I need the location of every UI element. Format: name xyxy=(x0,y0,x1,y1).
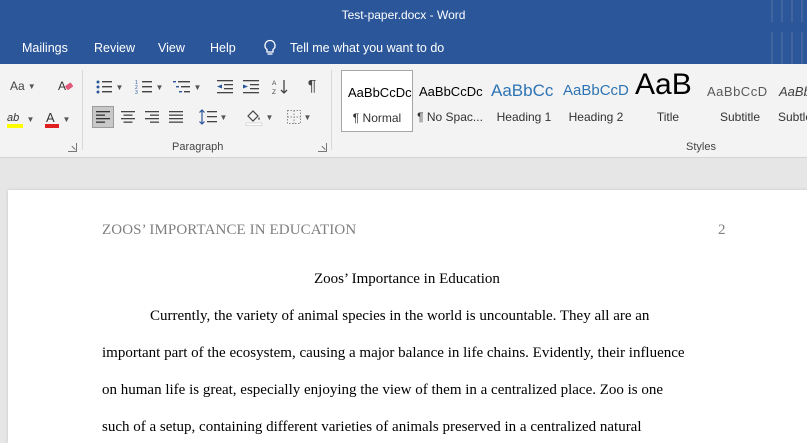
svg-text:ab: ab xyxy=(7,112,19,124)
shading-button[interactable]: ▼ xyxy=(242,106,276,128)
line-spacing-icon xyxy=(198,109,217,125)
multilevel-list-button[interactable]: ▼ xyxy=(170,77,204,97)
style-no-spacing[interactable]: AaBbCcDc ¶ No Spac... xyxy=(414,70,486,132)
group-divider xyxy=(82,70,83,150)
font-color-icon: A xyxy=(44,110,59,128)
style-name: ¶ No Spac... xyxy=(417,110,483,124)
tab-mailings[interactable]: Mailings xyxy=(22,41,68,55)
align-center-icon xyxy=(121,111,135,123)
clear-formatting-icon: A xyxy=(58,79,74,93)
running-header: ZOOS’ IMPORTANCE IN EDUCATION xyxy=(102,222,357,238)
style-preview: AaBbCcDc xyxy=(419,84,483,99)
align-right-button[interactable] xyxy=(141,106,163,128)
style-title[interactable]: AaB Title xyxy=(632,70,704,132)
paragraph-dialog-launcher[interactable] xyxy=(318,143,327,152)
borders-button[interactable]: ▼ xyxy=(282,106,316,128)
svg-text:A: A xyxy=(272,80,277,87)
borders-icon xyxy=(286,110,301,124)
style-heading-2[interactable]: AaBbCcD Heading 2 xyxy=(560,70,632,132)
increase-indent-button[interactable] xyxy=(240,77,262,97)
numbering-icon: 1 2 3 xyxy=(135,80,152,95)
title-bar: Test-paper.docx - Word xyxy=(0,0,807,32)
align-left-icon xyxy=(96,111,110,123)
style-preview: AaB xyxy=(635,70,692,101)
style-preview: AaBbCcD xyxy=(563,82,629,99)
clear-formatting-button[interactable]: A xyxy=(56,76,76,96)
increase-indent-icon xyxy=(243,80,259,94)
menu-bar: Mailings Review View Help Tell me what y… xyxy=(0,32,807,64)
body-line: important part of the ecosystem, causing… xyxy=(102,345,685,361)
justify-button[interactable] xyxy=(165,106,187,128)
style-preview: AaBbC xyxy=(779,84,807,99)
style-heading-1[interactable]: AaBbCc Heading 1 xyxy=(488,70,560,132)
font-dialog-launcher[interactable] xyxy=(68,143,77,152)
window-title: Test-paper.docx - Word xyxy=(341,8,466,22)
paint-bucket-icon xyxy=(245,110,262,126)
font-color-button[interactable]: A ▼ xyxy=(40,108,74,130)
page-number: 2 xyxy=(718,222,726,238)
line-spacing-button[interactable]: ▼ xyxy=(196,106,230,128)
style-subtle-emphasis[interactable]: AaBbC Subtle xyxy=(776,70,807,132)
group-divider xyxy=(331,70,332,150)
numbering-button[interactable]: 1 2 3 ▼ xyxy=(132,77,166,97)
justify-icon xyxy=(169,111,183,123)
pilcrow-icon: ¶ xyxy=(307,78,317,95)
document-area[interactable]: ZOOS’ IMPORTANCE IN EDUCATION 2 Zoos’ Im… xyxy=(0,158,807,443)
svg-text:A: A xyxy=(46,110,55,125)
tab-view[interactable]: View xyxy=(158,41,185,55)
align-center-button[interactable] xyxy=(117,106,139,128)
sort-icon: A Z xyxy=(272,80,288,96)
bullets-button[interactable]: ▼ xyxy=(92,77,126,97)
styles-gallery: AaBbCcDc ¶ Normal AaBbCcDc ¶ No Spac... … xyxy=(340,70,807,132)
style-name: Subtitle xyxy=(719,110,761,124)
multilevel-list-icon xyxy=(172,81,190,93)
change-case-label: Aa xyxy=(10,79,25,93)
show-formatting-marks-button[interactable]: ¶ xyxy=(302,77,322,97)
styles-group-label: Styles xyxy=(686,141,716,153)
tell-me-search[interactable]: Tell me what you want to do xyxy=(290,41,444,55)
tab-review[interactable]: Review xyxy=(94,41,135,55)
window-edge xyxy=(763,32,807,64)
svg-text:3: 3 xyxy=(135,90,138,95)
style-name: ¶ Normal xyxy=(352,111,402,125)
sort-button[interactable]: A Z xyxy=(270,77,292,97)
highlight-color-button[interactable]: ab ▼ xyxy=(2,108,38,130)
style-subtitle[interactable]: AaBbCcD Subtitle xyxy=(704,70,776,132)
style-name: Title xyxy=(656,110,680,124)
style-name: Subtle xyxy=(778,110,807,124)
style-name: Heading 2 xyxy=(568,110,624,124)
body-line: such of a setup, containing different va… xyxy=(102,419,642,435)
svg-text:A: A xyxy=(58,79,66,93)
lightbulb-icon xyxy=(264,39,276,55)
document-title: Zoos’ Importance in Education xyxy=(314,271,500,287)
decrease-indent-button[interactable] xyxy=(214,77,236,97)
style-preview: AaBbCc xyxy=(491,81,554,100)
change-case-button[interactable]: Aa ▼ xyxy=(10,77,36,95)
body-line: Currently, the variety of animal species… xyxy=(150,308,650,324)
highlighter-icon: ab xyxy=(6,112,23,128)
style-preview: AaBbCcDc xyxy=(348,85,412,100)
document-page[interactable]: ZOOS’ IMPORTANCE IN EDUCATION 2 Zoos’ Im… xyxy=(8,190,807,443)
align-right-icon xyxy=(145,111,159,123)
style-preview: AaBbCcD xyxy=(707,84,768,99)
bullets-icon xyxy=(96,80,112,94)
ribbon: Aa ▼ A ab ▼ A ▼ ▼ 1 2 3 ▼ ▼ A Z ¶ ▼ ▼ ▼ … xyxy=(0,64,807,158)
decrease-indent-icon xyxy=(217,80,233,94)
tab-help[interactable]: Help xyxy=(210,41,236,55)
style-name: Heading 1 xyxy=(496,110,552,124)
style-normal[interactable]: AaBbCcDc ¶ Normal xyxy=(341,70,413,132)
svg-text:Z: Z xyxy=(272,89,276,96)
align-left-button[interactable] xyxy=(92,106,114,128)
body-line: on human life is great, especially enjoy… xyxy=(102,382,664,398)
window-edge xyxy=(763,0,807,32)
paragraph-group-label: Paragraph xyxy=(172,141,224,153)
